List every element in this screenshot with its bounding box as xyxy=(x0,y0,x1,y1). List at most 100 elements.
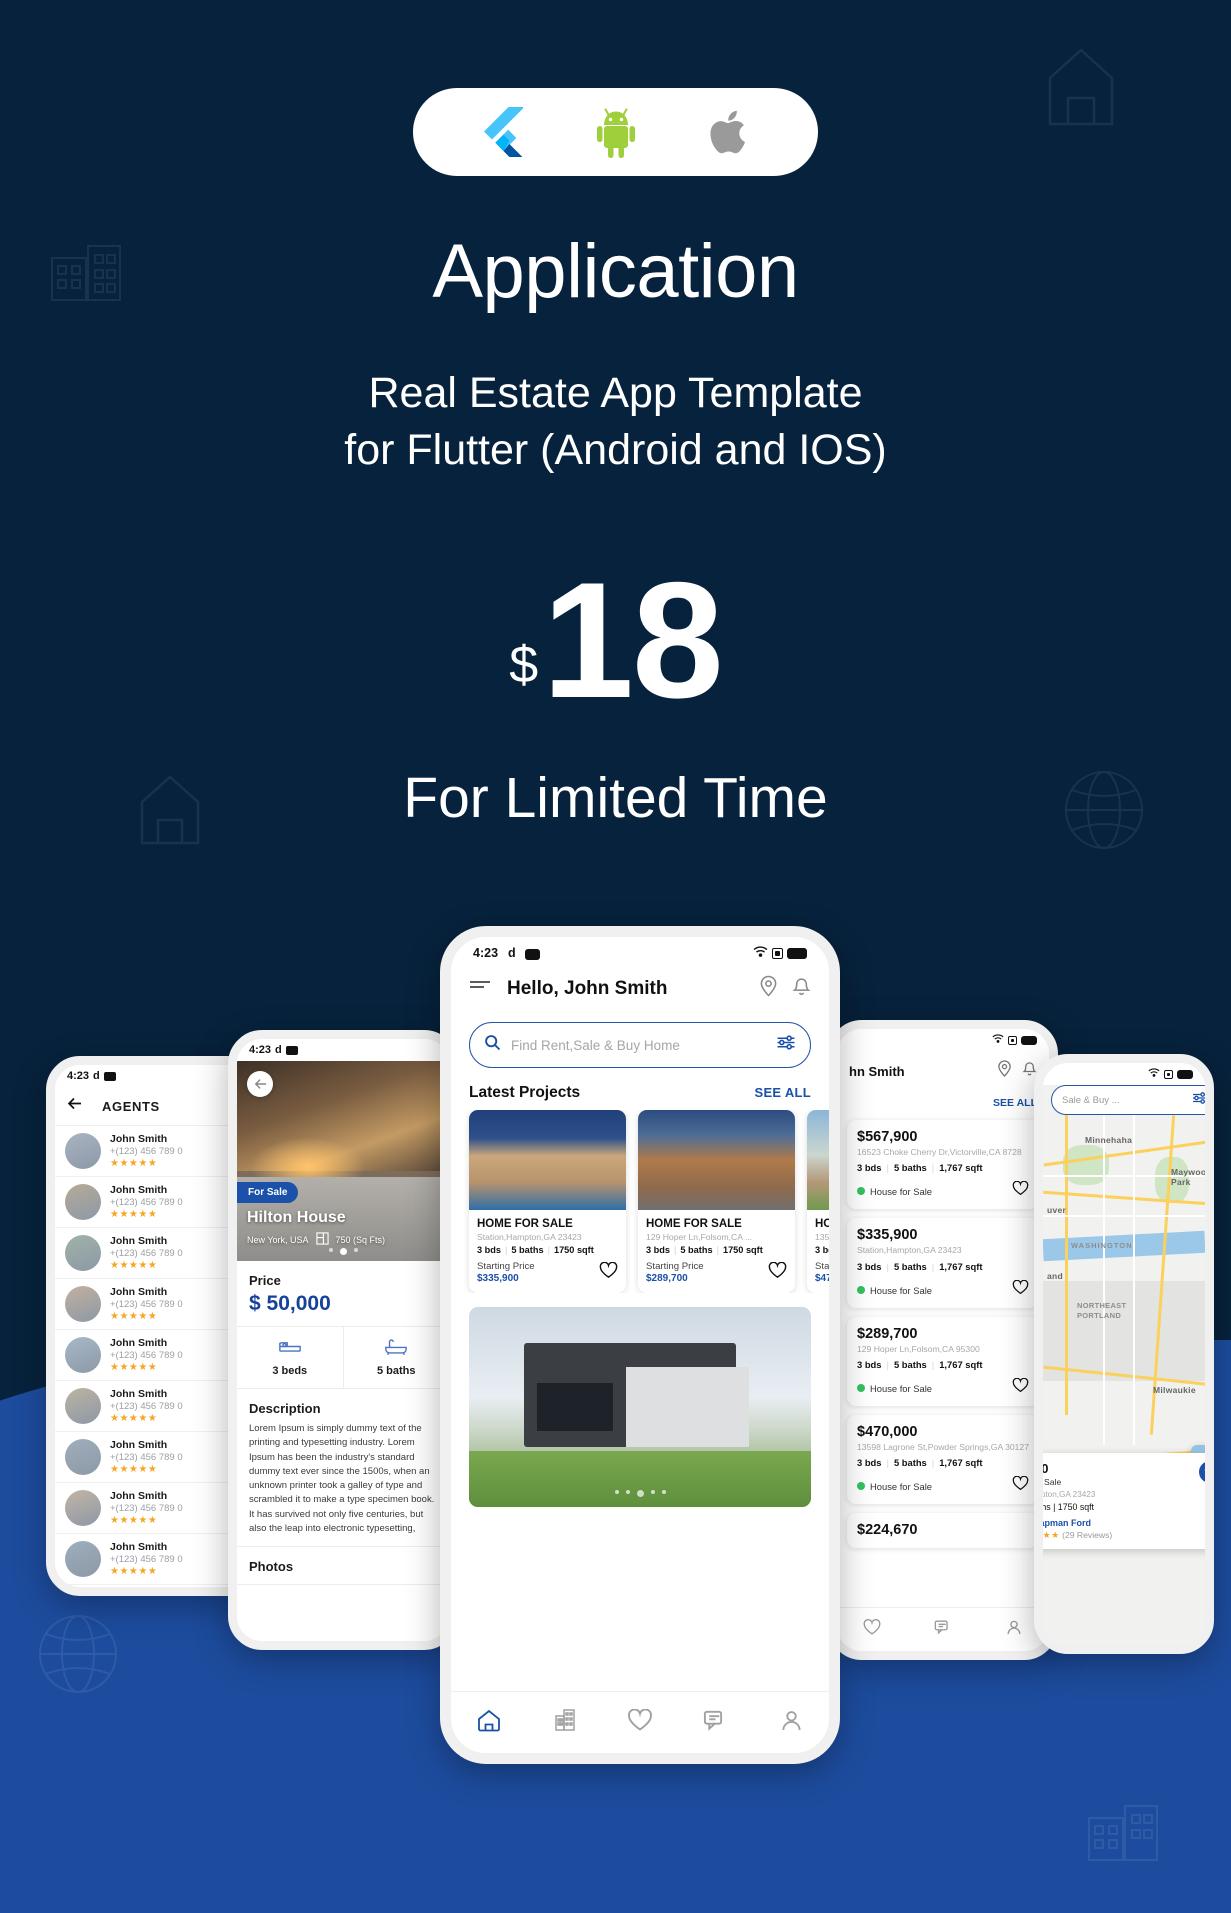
project-cards-row: HOME FOR SALE Station,Hampton,GA 23423 3 b… xyxy=(451,1110,829,1293)
agent-phone: +(123) 456 789 0 xyxy=(110,1503,183,1514)
app-badge-d-icon: d xyxy=(275,1044,282,1056)
favorite-heart-icon[interactable] xyxy=(768,1261,787,1284)
home-search-bar[interactable]: Find Rent,Sale & Buy Home xyxy=(469,1022,811,1068)
carousel-dot[interactable] xyxy=(661,1490,666,1494)
agent-phone: +(123) 456 789 0 xyxy=(110,1452,183,1463)
tab-person-icon[interactable] xyxy=(1005,1619,1023,1641)
price-currency: $ xyxy=(509,635,539,694)
notification-bell-icon[interactable] xyxy=(792,975,811,1002)
map-property-card[interactable]: 00 or Sale mpton,GA 23423 aths | 1750 sq… xyxy=(1043,1453,1205,1549)
agent-list-item[interactable]: John Smith +(123) 456 789 0 ★★★★★ xyxy=(55,1483,252,1534)
agent-rating-stars: ★★★★★ xyxy=(110,1209,158,1220)
listing-card[interactable]: $567,900 16523 Choke Cherry Dr,Victorvill… xyxy=(847,1120,1039,1210)
tab-person-icon[interactable] xyxy=(779,1709,804,1737)
status-bar-listings xyxy=(837,1029,1049,1051)
agents-list: John Smith +(123) 456 789 0 ★★★★★ John Smit… xyxy=(55,1126,252,1585)
tab-building-icon[interactable] xyxy=(553,1708,577,1737)
agent-list-item[interactable]: John Smith +(123) 456 789 0 ★★★★★ xyxy=(55,1279,252,1330)
photos-label: Photos xyxy=(249,1559,294,1574)
listing-price: $335,900 xyxy=(857,1227,918,1244)
listings-appbar: hn Smith xyxy=(837,1051,1049,1091)
hamburger-menu-icon[interactable] xyxy=(469,979,491,998)
avatar xyxy=(65,1541,101,1577)
property-meta: New York, USA 750 (Sq Fts) xyxy=(247,1232,385,1247)
listing-card[interactable]: $470,000 13598 Lagrone St,Powder Springs,… xyxy=(847,1415,1039,1505)
listing-card[interactable]: $224,670 xyxy=(847,1513,1039,1549)
agents-appbar: AGENTS xyxy=(55,1087,252,1126)
agent-name: John Smith xyxy=(110,1490,168,1502)
carousel-dot-active[interactable] xyxy=(636,1490,644,1497)
agent-list-item[interactable]: John Smith +(123) 456 789 0 ★★★★★ xyxy=(55,1432,252,1483)
listing-specs: 3 bds | 5 baths | 1,767 sqft xyxy=(857,1162,983,1174)
tab-home-icon[interactable] xyxy=(476,1708,502,1737)
project-card[interactable]: HOME FOR SALE 13598 Lagrone St,Powder Spr… xyxy=(807,1110,829,1293)
featured-property-photo[interactable] xyxy=(469,1307,811,1507)
page-subtitle: Real Estate App Template for Flutter (An… xyxy=(0,365,1231,479)
photo-carousel-dots[interactable] xyxy=(469,1490,811,1497)
back-button[interactable] xyxy=(247,1071,273,1097)
status-bar-agents: 4:23 d xyxy=(55,1065,252,1087)
project-card[interactable]: HOME FOR SALE Station,Hampton,GA 23423 3 b… xyxy=(469,1110,626,1293)
tab-chat-icon[interactable] xyxy=(934,1619,952,1641)
tab-chat-icon[interactable] xyxy=(703,1709,728,1737)
agent-rating-stars: ★★★★★ xyxy=(110,1566,158,1577)
listing-price: $224,670 xyxy=(857,1522,918,1539)
battery-icon xyxy=(1021,1035,1037,1045)
map-pin-icon[interactable] xyxy=(759,975,778,1002)
map-canvas[interactable]: Minnehaha uver WASHINGTON NORTHEAST PORT… xyxy=(1043,1085,1205,1645)
agent-name: John Smith xyxy=(110,1541,168,1553)
listing-status: House for Sale xyxy=(870,1383,933,1395)
filter-sliders-icon[interactable] xyxy=(776,1034,796,1056)
agent-list-item[interactable]: John Smith +(123) 456 789 0 ★★★★★ xyxy=(55,1534,252,1585)
agent-name: John Smith xyxy=(110,1388,168,1400)
latest-projects-title: Latest Projects xyxy=(469,1084,581,1101)
status-dot xyxy=(857,1482,865,1491)
map-search-bar[interactable]: Sale & Buy ... xyxy=(1051,1085,1205,1115)
carousel-dot[interactable] xyxy=(328,1248,333,1252)
listing-status: House for Sale xyxy=(870,1284,933,1296)
agent-list-item[interactable]: John Smith +(123) 456 789 0 ★★★★★ xyxy=(55,1228,252,1279)
avatar xyxy=(65,1337,101,1373)
subtitle-line-2: for Flutter (Android and IOS) xyxy=(344,426,887,475)
map-card-review-count: (29 Reviews) xyxy=(1062,1530,1113,1540)
tab-heart-icon[interactable] xyxy=(627,1707,653,1737)
status-bar-detail: 4:23 d xyxy=(237,1039,449,1061)
fact-beds: 3 beds xyxy=(237,1327,343,1388)
favorite-heart-icon[interactable] xyxy=(599,1261,618,1284)
battery-icon xyxy=(787,947,807,959)
carousel-dot[interactable] xyxy=(625,1490,630,1494)
map-pin-icon[interactable] xyxy=(997,1060,1012,1082)
platform-badge-pill xyxy=(413,88,818,176)
favorite-heart-icon[interactable] xyxy=(1012,1476,1029,1496)
latest-projects-see-all[interactable]: SEE ALL xyxy=(754,1085,811,1100)
android-logo-icon xyxy=(581,102,651,162)
listing-card[interactable]: $335,900 Station,Hampton,GA 23423 3 bds | 5 … xyxy=(847,1218,1039,1308)
agent-list-item[interactable]: John Smith +(123) 456 789 0 ★★★★★ xyxy=(55,1126,252,1177)
listing-sqft: 1,767 sqft xyxy=(939,1162,983,1174)
favorite-heart-icon[interactable] xyxy=(1012,1377,1029,1398)
phone-mockup-home: 4:23 d Hello, John Smith Find Rent,Sale … xyxy=(440,926,840,1764)
listing-price: $289,700 xyxy=(857,1325,918,1342)
listings-see-all[interactable]: SEE ALL xyxy=(837,1091,1049,1115)
carousel-dot[interactable] xyxy=(614,1490,619,1494)
filter-sliders-icon[interactable] xyxy=(1192,1091,1205,1110)
tab-heart-icon[interactable] xyxy=(863,1618,881,1641)
agent-list-item[interactable]: John Smith +(123) 456 789 0 ★★★★★ xyxy=(55,1330,252,1381)
favorite-heart-icon[interactable] xyxy=(1012,1181,1029,1201)
agent-phone: +(123) 456 789 0 xyxy=(110,1401,183,1412)
listing-card[interactable]: $289,700 129 Hoper Ln,Folsom,CA 95300 3 bd… xyxy=(847,1316,1039,1407)
carousel-dot[interactable] xyxy=(650,1490,655,1494)
carousel-dot-active[interactable] xyxy=(339,1248,347,1255)
status-dot xyxy=(857,1187,865,1196)
flutter-logo-icon xyxy=(466,102,536,162)
favorite-heart-icon[interactable] xyxy=(1012,1279,1029,1300)
hero-carousel-dots[interactable] xyxy=(237,1248,449,1255)
wifi-icon xyxy=(753,946,768,960)
back-arrow-icon[interactable] xyxy=(67,1097,82,1115)
agent-list-item[interactable]: John Smith +(123) 456 789 0 ★★★★★ xyxy=(55,1381,252,1432)
project-card[interactable]: HOME FOR SALE 129 Hoper Ln,Folsom,CA ... 3… xyxy=(638,1110,795,1293)
carousel-dot[interactable] xyxy=(353,1248,358,1252)
status-time: 4:23 xyxy=(473,946,499,960)
avatar xyxy=(65,1133,101,1169)
agent-list-item[interactable]: John Smith +(123) 456 789 0 ★★★★★ xyxy=(55,1177,252,1228)
